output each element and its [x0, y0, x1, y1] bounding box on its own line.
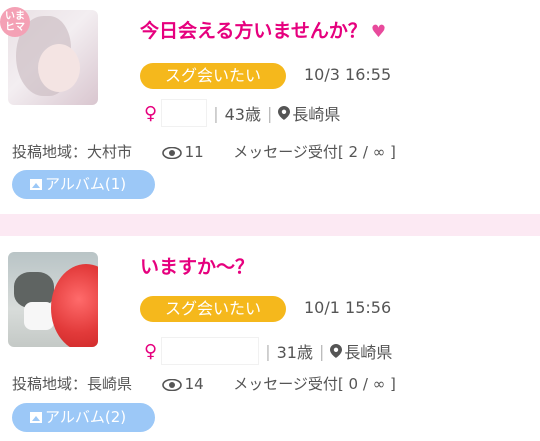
message-status: メッセージ受付[ 0 / ∞ ]: [233, 375, 396, 393]
location-text: 長崎県: [292, 105, 341, 124]
image-icon: [30, 179, 42, 190]
female-icon: ♀: [144, 340, 158, 362]
age-text: 43歳: [224, 105, 261, 124]
photo-face: [38, 44, 80, 92]
post-area: 投稿地域：大村市: [12, 143, 133, 161]
post-title-link[interactable]: 今日会える方いませんか？ ♥: [140, 16, 386, 43]
category-tag: スグ会いたい: [140, 296, 286, 322]
album-button[interactable]: アルバム(2): [12, 403, 155, 432]
eye-icon: [161, 378, 182, 391]
album-label: アルバム(2): [45, 408, 127, 426]
age-text: 31歳: [276, 343, 313, 362]
female-icon: ♀: [144, 102, 158, 124]
image-icon: [30, 412, 42, 423]
post-area: 投稿地域：長崎県: [12, 375, 133, 393]
divider: |: [265, 341, 271, 361]
post-meta-row: 投稿地域：長崎県 14 メッセージ受付[ 0 / ∞ ]: [12, 373, 396, 394]
nickname-field: [161, 99, 208, 127]
post-title: 今日会える方いませんか？: [140, 20, 367, 42]
album-button[interactable]: アルバム(1): [12, 170, 155, 199]
location-pin-icon: [330, 344, 343, 358]
album-label: アルバム(1): [45, 175, 127, 193]
ima-hima-badge: いま ヒマ: [0, 7, 30, 37]
divider: |: [266, 103, 273, 123]
photo-sticker: [51, 264, 98, 347]
profile-info-row: ♀ | 43歳 | 長崎県: [144, 99, 340, 127]
eye-icon: [161, 146, 182, 159]
nickname-field: [161, 337, 260, 365]
location-pin-icon: [278, 106, 291, 120]
profile-photo[interactable]: [8, 252, 98, 347]
post-list: いま ヒマ 今日会える方いませんか？ ♥ スグ会いたい 10/3 16:55 ♀ …: [0, 0, 540, 441]
message-status: メッセージ受付[ 2 / ∞ ]: [233, 143, 396, 161]
post-title-link[interactable]: いますか〜？: [140, 252, 254, 279]
category-tag: スグ会いたい: [140, 63, 286, 89]
heart-icon: ♥: [370, 22, 387, 42]
ima-hima-badge-text: いま ヒマ: [5, 11, 25, 33]
post-datetime: 10/3 16:55: [304, 65, 392, 84]
divider: |: [213, 103, 219, 123]
post-datetime: 10/1 15:56: [304, 298, 392, 317]
post-card[interactable]: いますか〜？ スグ会いたい 10/1 15:56 ♀ | 31歳 | 長崎県 投…: [0, 236, 540, 441]
view-count: 14: [184, 375, 204, 393]
post-title: いますか〜？: [140, 256, 255, 278]
photo-mask: [24, 302, 54, 330]
profile-info-row: ♀ | 31歳 | 長崎県: [144, 337, 392, 365]
location-text: 長崎県: [344, 343, 393, 362]
post-meta-row: 投稿地域：大村市 11 メッセージ受付[ 2 / ∞ ]: [12, 141, 396, 162]
view-count: 11: [184, 143, 204, 161]
post-card[interactable]: いま ヒマ 今日会える方いませんか？ ♥ スグ会いたい 10/3 16:55 ♀ …: [0, 0, 540, 214]
divider: |: [318, 341, 325, 361]
